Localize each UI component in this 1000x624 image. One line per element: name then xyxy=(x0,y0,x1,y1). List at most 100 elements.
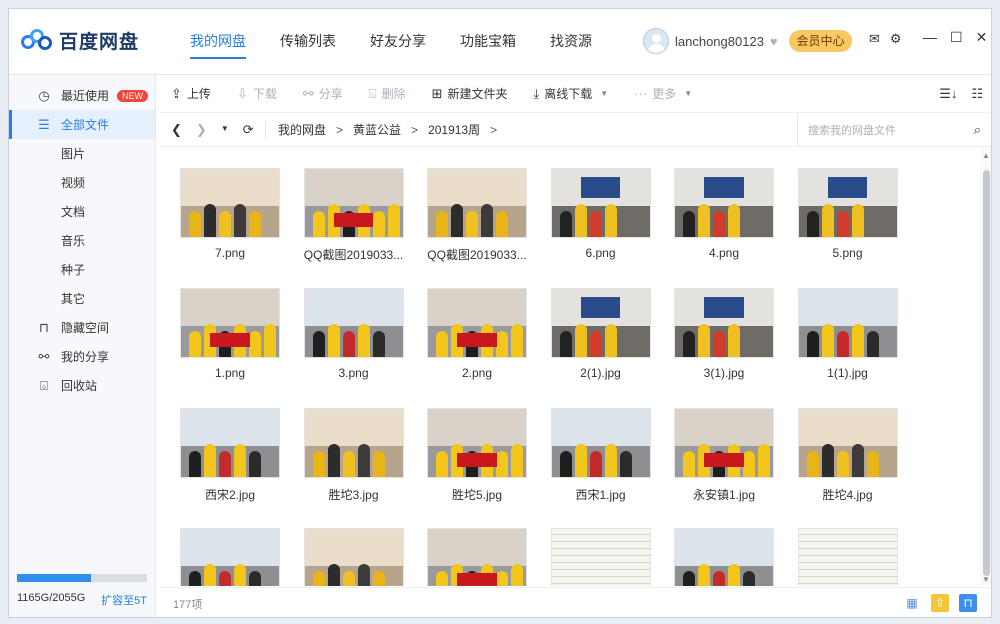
mail-icon[interactable]: ✉ xyxy=(869,31,880,47)
refresh-icon[interactable]: ⟳ xyxy=(243,122,254,138)
user-profile[interactable]: lanchong80123 ♥ xyxy=(643,28,778,54)
image-thumbnail[interactable] xyxy=(674,408,774,478)
tab-transfer-list[interactable]: 传输列表 xyxy=(263,9,353,75)
image-thumbnail[interactable] xyxy=(797,168,898,238)
sidebar-item-docs[interactable]: 文档 xyxy=(9,197,155,226)
close-icon[interactable]: ✕ xyxy=(976,29,988,46)
file-name[interactable]: 1.png xyxy=(175,366,285,380)
file-item[interactable]: 5.png xyxy=(793,168,903,260)
file-name[interactable]: 胜坨3.jpg xyxy=(299,486,409,503)
image-thumbnail[interactable] xyxy=(674,528,774,586)
file-item[interactable] xyxy=(669,528,779,586)
image-thumbnail[interactable] xyxy=(797,408,898,478)
file-name[interactable]: QQ截图2019033... xyxy=(299,246,409,263)
upload-button[interactable]: ⇪ 上传 xyxy=(171,85,211,102)
vip-center-button[interactable]: 会员中心 xyxy=(789,30,852,52)
file-name[interactable]: 胜坨4.jpg xyxy=(793,486,903,503)
file-name[interactable]: 3.png xyxy=(299,366,409,380)
sidebar-item-images[interactable]: 图片 xyxy=(9,139,155,168)
image-thumbnail[interactable] xyxy=(180,168,280,238)
vertical-scrollbar[interactable]: ▲ ▼ xyxy=(980,148,991,586)
file-item[interactable]: 1(1).jpg xyxy=(793,288,903,380)
image-thumbnail[interactable] xyxy=(550,528,651,586)
offline-download-button[interactable]: ⤓ 离线下载 ▼ xyxy=(534,85,609,102)
file-item[interactable] xyxy=(422,528,532,586)
maximize-icon[interactable]: ☐ xyxy=(950,29,963,46)
image-thumbnail[interactable] xyxy=(674,288,774,358)
scroll-down-icon[interactable]: ▼ xyxy=(982,575,990,584)
image-thumbnail[interactable] xyxy=(797,528,898,586)
file-item[interactable] xyxy=(175,528,285,586)
more-button[interactable]: ··· 更多 ▼ xyxy=(634,85,692,102)
list-view-icon[interactable]: ☷ xyxy=(971,86,983,102)
sidebar-item-videos[interactable]: 视频 xyxy=(9,168,155,197)
file-name[interactable]: 永安镇1.jpg xyxy=(669,486,779,503)
file-name[interactable]: 西宋1.jpg xyxy=(546,486,656,503)
file-item[interactable]: 4.png xyxy=(669,168,779,260)
crumb-folder[interactable]: 黄蓝公益 xyxy=(353,121,401,138)
back-icon[interactable]: ❮ xyxy=(171,122,182,138)
sort-icon[interactable]: ☰↓ xyxy=(939,86,957,102)
upgrade-link[interactable]: 扩容至5T xyxy=(101,592,147,608)
file-item[interactable]: 2(1).jpg xyxy=(546,288,656,380)
download-button[interactable]: ⇩ 下载 xyxy=(237,85,277,102)
tab-toolbox[interactable]: 功能宝箱 xyxy=(443,9,533,75)
crumb-current[interactable]: 201913周 xyxy=(428,121,480,138)
tab-friend-share[interactable]: 好友分享 xyxy=(353,9,443,75)
file-name[interactable]: 1(1).jpg xyxy=(793,366,903,380)
history-dropdown-icon[interactable]: ▼ xyxy=(221,124,229,138)
file-item[interactable] xyxy=(793,528,903,586)
file-name[interactable]: 2.png xyxy=(422,366,532,380)
image-thumbnail[interactable] xyxy=(550,408,651,478)
image-thumbnail[interactable] xyxy=(303,528,404,586)
minimize-icon[interactable]: — xyxy=(923,29,937,46)
sidebar-item-hidden-space[interactable]: ⊓ 隐藏空间 xyxy=(9,313,155,342)
settings-icon[interactable]: ⚙ xyxy=(890,31,902,47)
lock-icon[interactable]: ⊓ xyxy=(959,594,977,612)
file-item[interactable]: 西宋1.jpg xyxy=(546,408,656,503)
image-thumbnail[interactable] xyxy=(180,288,280,358)
file-item[interactable]: 胜坨4.jpg xyxy=(793,408,903,503)
share-button[interactable]: ⚯ 分享 xyxy=(303,85,343,102)
file-item[interactable]: 胜坨3.jpg xyxy=(299,408,409,503)
image-thumbnail[interactable] xyxy=(180,408,280,478)
forward-icon[interactable]: ❯ xyxy=(196,122,207,138)
delete-button[interactable]: ⌺ 删除 xyxy=(369,85,406,102)
sidebar-item-recycle-bin[interactable]: ⌺ 回收站 xyxy=(9,371,155,400)
image-thumbnail[interactable] xyxy=(797,288,898,358)
new-folder-button[interactable]: ⊞ 新建文件夹 xyxy=(432,85,508,102)
sidebar-item-recent[interactable]: ◷ 最近使用 NEW xyxy=(9,81,155,110)
sidebar-item-music[interactable]: 音乐 xyxy=(9,226,155,255)
image-thumbnail[interactable] xyxy=(303,168,404,238)
file-name[interactable]: 6.png xyxy=(546,246,656,260)
file-name[interactable]: 2(1).jpg xyxy=(546,366,656,380)
file-item[interactable]: 7.png xyxy=(175,168,285,260)
sidebar-item-all-files[interactable]: ☰ 全部文件 xyxy=(9,110,155,139)
image-thumbnail[interactable] xyxy=(427,528,527,586)
image-thumbnail[interactable] xyxy=(180,528,280,586)
tab-my-disk[interactable]: 我的网盘 xyxy=(173,9,263,75)
scroll-up-icon[interactable]: ▲ xyxy=(982,151,990,160)
sidebar-item-other[interactable]: 其它 xyxy=(9,284,155,313)
username[interactable]: lanchong80123 xyxy=(675,34,764,49)
image-thumbnail[interactable] xyxy=(427,408,527,478)
tab-find-resources[interactable]: 找资源 xyxy=(533,9,609,75)
image-thumbnail[interactable] xyxy=(427,168,527,238)
file-item[interactable]: 永安镇1.jpg xyxy=(669,408,779,503)
grid-view-icon[interactable]: ▦ xyxy=(903,594,921,612)
avatar[interactable] xyxy=(643,28,669,54)
scroll-thumb[interactable] xyxy=(983,170,990,576)
crumb-root[interactable]: 我的网盘 xyxy=(278,121,326,138)
file-name[interactable]: 5.png xyxy=(793,246,903,260)
sidebar-item-torrents[interactable]: 种子 xyxy=(9,255,155,284)
file-item[interactable]: 2.png xyxy=(422,288,532,380)
file-item[interactable] xyxy=(546,528,656,586)
image-thumbnail[interactable] xyxy=(303,408,404,478)
file-item[interactable]: 胜坨5.jpg xyxy=(422,408,532,503)
file-item[interactable]: QQ截图2019033... xyxy=(299,168,409,263)
file-item[interactable]: 6.png xyxy=(546,168,656,260)
upload-transfer-icon[interactable]: ⇧ xyxy=(931,594,949,612)
sidebar-item-my-shares[interactable]: ⚯ 我的分享 xyxy=(9,342,155,371)
search-icon[interactable]: ⌕ xyxy=(974,122,981,138)
file-name[interactable]: QQ截图2019033... xyxy=(422,246,532,263)
